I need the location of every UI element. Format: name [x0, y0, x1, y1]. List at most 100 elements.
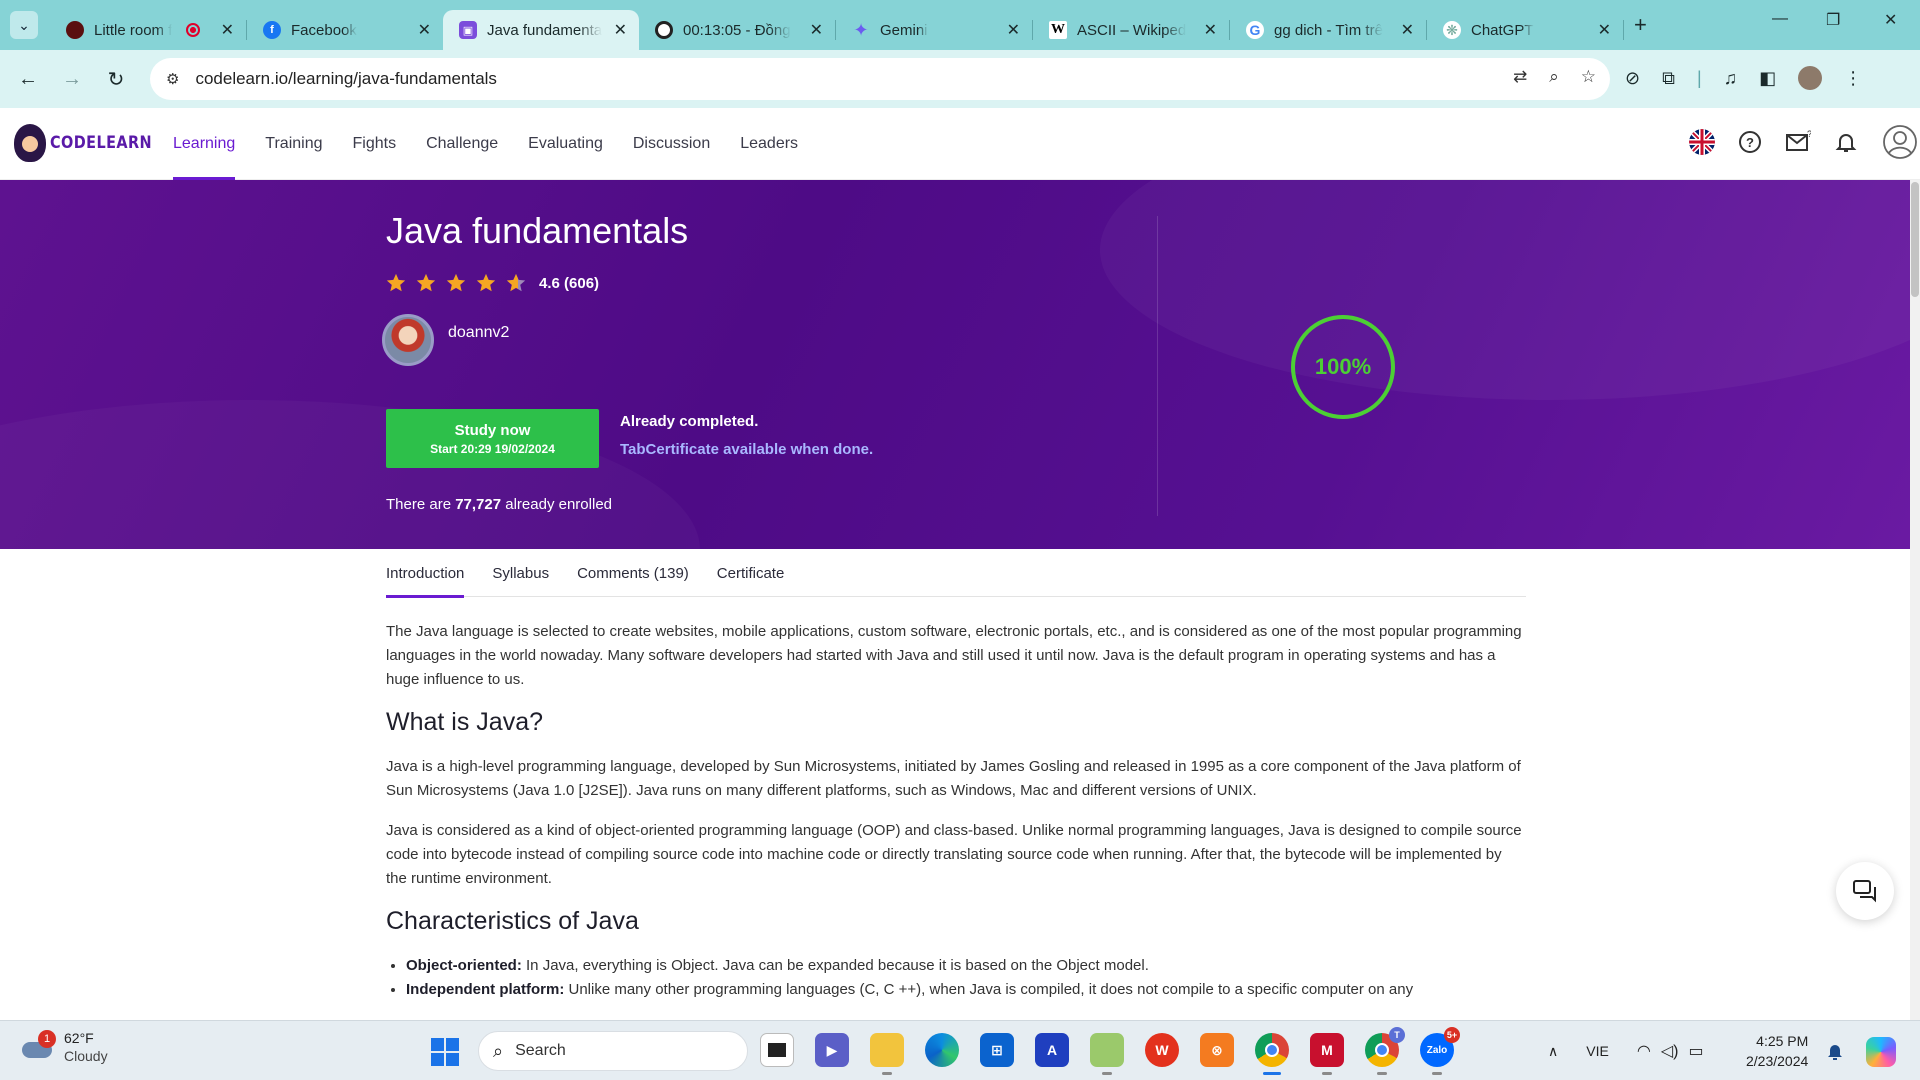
extension-compass-icon[interactable]: ⊘ [1625, 68, 1640, 89]
nav-challenge[interactable]: Challenge [426, 108, 498, 180]
browser-tab[interactable]: Little room f ✕ [50, 10, 246, 50]
nav-training[interactable]: Training [265, 108, 322, 180]
browser-tab-active[interactable]: ▣ Java fundamenta ✕ [443, 10, 639, 50]
uk-flag-icon[interactable] [1688, 128, 1716, 156]
edge-browser-icon[interactable] [925, 1033, 959, 1067]
tab-label: Little room f [94, 21, 173, 39]
list-item-text: Unlike many other programming languages … [564, 981, 1414, 998]
chrome-profile-icon[interactable]: T [1365, 1027, 1405, 1075]
zalo-notification-badge: 5+ [1444, 1027, 1460, 1043]
chevron-up-icon[interactable]: ∧ [1548, 1043, 1558, 1060]
mcafee-icon[interactable]: M [1310, 1033, 1344, 1075]
tab-comments[interactable]: Comments (139) [577, 549, 689, 597]
profile-avatar[interactable] [1798, 66, 1823, 90]
close-icon[interactable]: ✕ [221, 20, 234, 40]
nav-leaders[interactable]: Leaders [740, 108, 798, 180]
reload-icon[interactable]: ↻ [98, 61, 134, 97]
user-avatar-icon[interactable] [1880, 125, 1920, 159]
nav-evaluating[interactable]: Evaluating [528, 108, 603, 180]
visual-studio-icon[interactable]: A [1035, 1033, 1069, 1067]
windows-start-icon[interactable] [431, 1038, 459, 1066]
tab-certificate[interactable]: Certificate [717, 549, 785, 597]
close-icon[interactable]: ✕ [1204, 20, 1217, 40]
back-arrow-icon[interactable]: ← [10, 61, 46, 97]
tab-search-button[interactable]: ⌄ [10, 11, 38, 39]
minimize-icon[interactable]: — [1772, 10, 1788, 28]
task-view-icon[interactable] [760, 1033, 794, 1067]
bookmark-star-icon[interactable]: ☆ [1581, 67, 1596, 87]
course-introduction: The Java language is selected to create … [386, 620, 1526, 1002]
author-avatar[interactable] [382, 314, 434, 366]
media-controls-icon[interactable]: ♫ [1724, 68, 1738, 89]
nav-learning[interactable]: Learning [173, 108, 236, 180]
restore-icon[interactable]: ❐ [1826, 10, 1840, 30]
close-icon[interactable]: ✕ [1007, 20, 1020, 40]
volume-icon[interactable]: ◁) [1661, 1041, 1679, 1061]
rating-value: 4.6 (606) [539, 274, 600, 292]
close-icon[interactable]: ✕ [810, 20, 823, 40]
browser-tab[interactable]: ❋ ChatGPT ✕ [1427, 10, 1623, 50]
list-item: Object-oriented: In Java, everything is … [406, 954, 1526, 978]
star-icon [446, 273, 466, 292]
tab-label: ASCII – Wikiped [1077, 21, 1187, 39]
url-bar[interactable]: ⚙ codelearn.io/learning/java-fundamental… [150, 58, 1610, 100]
nav-discussion[interactable]: Discussion [633, 108, 710, 180]
browser-tab[interactable]: 00:13:05 - Đồng ✕ [639, 10, 835, 50]
taskbar-search[interactable]: ⌕ Search [478, 1031, 748, 1071]
author-name[interactable]: doannv2 [448, 324, 509, 342]
xampp-icon[interactable]: ⊗ [1200, 1033, 1234, 1067]
chrome-icon[interactable] [1255, 1033, 1289, 1075]
svg-text:?: ? [1746, 135, 1754, 150]
chat-support-button[interactable] [1836, 862, 1894, 920]
zalo-icon[interactable]: Zalo 5+ [1420, 1027, 1460, 1075]
browser-tab[interactable]: G gg dich - Tìm trê ✕ [1230, 10, 1426, 50]
notifications-bell-icon[interactable] [1826, 1041, 1844, 1066]
menu-kebab-icon[interactable]: ⋮ [1844, 68, 1862, 89]
translate-icon[interactable]: ⇄ [1513, 67, 1527, 87]
zoom-icon[interactable]: ⌕ [1549, 67, 1559, 87]
close-icon[interactable]: ✕ [418, 20, 431, 40]
extensions-puzzle-icon[interactable]: ⧉ [1662, 68, 1675, 89]
tab-label: 00:13:05 - Đồng [683, 21, 791, 39]
star-icon [386, 273, 406, 292]
new-tab-icon[interactable]: + [1634, 12, 1647, 38]
nav-fights[interactable]: Fights [353, 108, 397, 180]
system-clock[interactable]: 4:25 PM 2/23/2024 [1746, 1031, 1808, 1071]
file-explorer-icon[interactable] [870, 1033, 904, 1075]
logo-mascot-icon [14, 124, 46, 162]
notepad-app-icon[interactable] [1090, 1033, 1124, 1075]
messages-icon[interactable]: ? [1784, 128, 1812, 156]
study-now-button[interactable]: Study now Start 20:29 19/02/2024 [386, 409, 599, 468]
tab-label: gg dich - Tìm trê [1274, 21, 1383, 39]
browser-tab[interactable]: ✦ Gemini ✕ [836, 10, 1032, 50]
notification-bell-icon[interactable] [1832, 128, 1860, 156]
teams-meet-icon[interactable]: ▶ [815, 1033, 849, 1067]
forward-arrow-icon[interactable]: → [54, 61, 90, 97]
wifi-icon[interactable]: ◠ [1637, 1041, 1651, 1061]
tab-syllabus[interactable]: Syllabus [492, 549, 549, 597]
close-window-icon[interactable]: ✕ [1884, 10, 1897, 30]
microsoft-store-icon[interactable]: ⊞ [980, 1033, 1014, 1067]
close-icon[interactable]: ✕ [1401, 20, 1414, 40]
wps-office-icon[interactable]: W [1145, 1033, 1179, 1067]
codelearn-logo[interactable]: CODELEARN [14, 124, 170, 162]
input-language[interactable]: VIE [1586, 1043, 1609, 1059]
page-scrollbar[interactable] [1910, 180, 1920, 1020]
close-icon[interactable]: ✕ [614, 20, 627, 40]
browser-tab[interactable]: W ASCII – Wikiped ✕ [1033, 10, 1229, 50]
tab-label: Gemini [880, 21, 928, 39]
paragraph: Java is a high-level programming languag… [386, 758, 1521, 799]
scrollbar-thumb[interactable] [1911, 182, 1919, 297]
help-icon[interactable]: ? [1736, 128, 1764, 156]
weather-widget[interactable]: 1 62°F Cloudy [22, 1029, 108, 1065]
side-panel-icon[interactable]: ◧ [1759, 68, 1776, 89]
copilot-icon[interactable] [1866, 1037, 1896, 1067]
certificate-link[interactable]: TabCertificate available when done. [620, 441, 873, 458]
battery-icon[interactable]: ▭ [1688, 1041, 1703, 1061]
intro-paragraph: The Java language is selected to create … [386, 623, 1522, 688]
browser-tab[interactable]: f Facebook ✕ [247, 10, 443, 50]
close-icon[interactable]: ✕ [1598, 20, 1611, 40]
site-info-icon[interactable]: ⚙ [166, 70, 179, 88]
tab-introduction[interactable]: Introduction [386, 549, 465, 598]
course-author[interactable]: doannv2 [382, 314, 509, 366]
